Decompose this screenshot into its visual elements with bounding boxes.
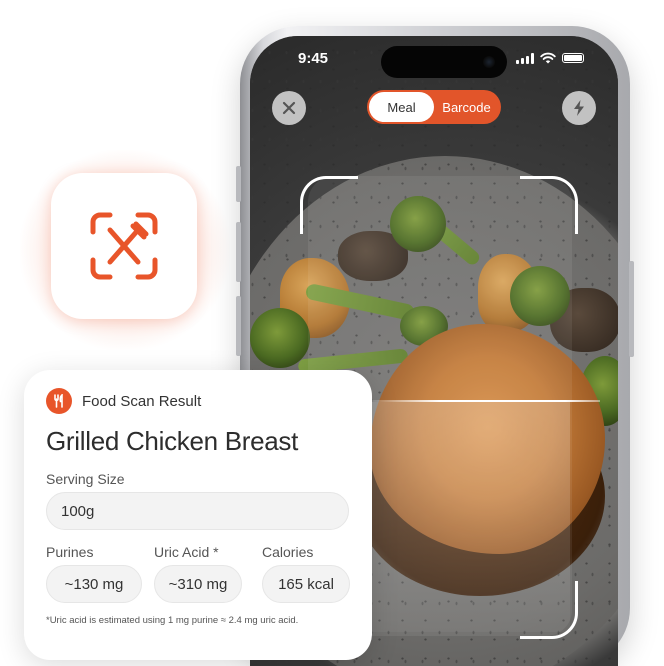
battery-icon: [562, 53, 584, 63]
scan-mode-toggle[interactable]: Meal Barcode: [367, 90, 501, 124]
card-header: Food Scan Result: [46, 388, 201, 414]
close-button[interactable]: [272, 91, 306, 125]
scan-utensils-icon: [90, 212, 158, 280]
mode-meal-tab[interactable]: Meal: [369, 92, 434, 122]
uric-acid-footnote: *Uric acid is estimated using 1 mg purin…: [46, 615, 299, 626]
food-scan-result-card: Food Scan Result Grilled Chicken Breast …: [24, 370, 372, 660]
status-time: 9:45: [298, 50, 329, 67]
purines-value: ~130 mg: [46, 565, 142, 603]
scan-corner-top-right: [520, 176, 578, 234]
flash-button[interactable]: [562, 91, 596, 125]
scan-corner-bottom-right: [520, 581, 578, 639]
dynamic-island: [381, 46, 507, 78]
phone-action-button: [236, 166, 241, 202]
utensils-icon: [54, 394, 63, 408]
scan-line: [370, 400, 600, 402]
scan-corner-top-left: [300, 176, 358, 234]
phone-volume-up-button: [236, 222, 241, 282]
wifi-icon: [540, 52, 556, 64]
flash-icon: [574, 100, 584, 116]
broccoli: [250, 308, 310, 368]
serving-size-field[interactable]: 100g: [46, 492, 349, 530]
app-icon: [51, 173, 197, 319]
status-icons: [516, 52, 584, 64]
utensils-badge: [46, 388, 72, 414]
food-name: Grilled Chicken Breast: [46, 426, 299, 456]
phone-power-button: [629, 261, 634, 357]
uric-acid-value: ~310 mg: [154, 565, 242, 603]
calories-value: 165 kcal: [262, 565, 350, 603]
mode-barcode-tab[interactable]: Barcode: [434, 92, 499, 122]
purines-label: Purines: [46, 544, 94, 560]
card-title: Food Scan Result: [82, 392, 202, 410]
serving-size-label: Serving Size: [46, 471, 125, 487]
phone-volume-down-button: [236, 296, 241, 356]
cellular-signal-icon: [516, 52, 534, 64]
uric-acid-label: Uric Acid *: [154, 544, 219, 560]
calories-label: Calories: [262, 544, 314, 560]
close-icon: [282, 101, 296, 115]
camera-lens: [483, 56, 495, 68]
